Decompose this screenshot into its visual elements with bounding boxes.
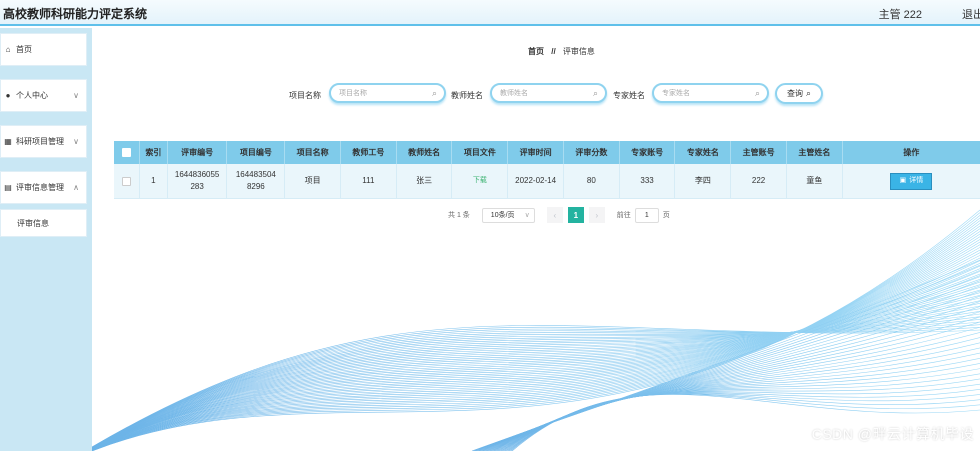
- logout-link[interactable]: 退出: [962, 6, 980, 22]
- project-name-placeholder: 项目名称: [339, 90, 367, 97]
- expert-name-placeholder: 专家姓名: [662, 90, 690, 97]
- cell-teacher-name: 张三: [397, 164, 453, 198]
- column-header: 评审分数: [564, 141, 620, 164]
- cell-review-time: 2022-02-14: [508, 164, 564, 198]
- column-header: 操作: [903, 148, 920, 157]
- row-select-cell[interactable]: [114, 164, 140, 198]
- watermark: CSDN @畔云计算机毕设: [811, 426, 974, 442]
- teacher-name-input[interactable]: 教师姓名 ⌕: [490, 83, 607, 103]
- cell-project-no: 164483504 8296: [227, 164, 286, 198]
- cell-manager-name: 童鱼: [787, 164, 843, 198]
- sidebar-item-label: 科研项目管理: [16, 137, 64, 146]
- table-row: 1 1644836055 283 164483504 8296 项目 111 张…: [114, 164, 980, 199]
- expert-name-label: 专家姓名: [613, 91, 645, 100]
- breadcrumb: 首页 // 评审信息: [528, 46, 595, 57]
- search-icon: ⌕: [592, 88, 598, 98]
- project-name-input[interactable]: 项目名称 ⌕: [329, 83, 446, 103]
- teacher-name-label: 教师姓名: [451, 91, 483, 100]
- chart-icon: ▤: [4, 183, 12, 192]
- detail-button-label: 详情: [909, 177, 924, 184]
- table-header: 索引 评审编号 项目编号 项目名称 教师工号 教师姓名 项目文件 评审时间 评审…: [114, 141, 980, 164]
- column-header: 索引: [140, 141, 168, 164]
- search-icon: ⌕: [754, 88, 760, 98]
- cell-expert-name: 李四: [675, 164, 732, 198]
- sidebar-item-label: 首页: [16, 45, 32, 54]
- grid-icon: ▦: [4, 137, 12, 146]
- breadcrumb-home[interactable]: 首页: [528, 47, 544, 56]
- expert-name-input[interactable]: 专家姓名 ⌕: [652, 83, 769, 103]
- sidebar-subitem-review-info[interactable]: 评审信息: [0, 209, 87, 237]
- prev-page-button[interactable]: ‹: [546, 207, 563, 223]
- column-header: 项目编号: [227, 141, 286, 164]
- goto-page-input[interactable]: 1: [634, 207, 659, 223]
- cell-review-no-line2: 283: [190, 182, 204, 191]
- teacher-name-placeholder: 教师姓名: [500, 90, 528, 97]
- cell-actions: ▣ 详情: [843, 164, 980, 198]
- project-name-label: 项目名称: [289, 91, 321, 100]
- select-all-checkbox[interactable]: [121, 148, 131, 157]
- sidebar-item-label: 评审信息管理: [16, 183, 64, 192]
- cell-expert-account: 333: [620, 164, 676, 198]
- sidebar: ⌂ 首页 ● 个人中心 ∨ ▦ 科研项目管理 ∨ ▤ 评审信息管理 ∧ 评审信息: [0, 28, 92, 451]
- column-header: 专家姓名: [675, 141, 732, 164]
- review-table: 索引 评审编号 项目编号 项目名称 教师工号 教师姓名 项目文件 评审时间 评审…: [114, 141, 980, 199]
- select-all-cell[interactable]: [114, 141, 140, 164]
- page-size-value: 10条/页: [490, 212, 515, 219]
- chevron-down-icon: ∨: [524, 212, 530, 219]
- column-header: 项目名称: [285, 141, 341, 164]
- sidebar-subitem-label: 评审信息: [17, 218, 49, 228]
- app-title: 高校教师科研能力评定系统: [3, 7, 148, 21]
- detail-button[interactable]: ▣ 详情: [890, 172, 933, 190]
- cell-index: 1: [140, 164, 168, 198]
- cell-score: 80: [564, 164, 620, 198]
- sidebar-item-personal-center[interactable]: ● 个人中心 ∨: [0, 79, 87, 112]
- goto-label: 前往: [616, 212, 631, 219]
- cell-project-no-line1: 164483504: [235, 170, 276, 179]
- page-size-select[interactable]: 10条/页 ∨: [481, 207, 535, 223]
- pagination: 共 1 条 10条/页 ∨ ‹ 1 › 前往 1 页: [448, 207, 670, 223]
- sidebar-item-project-management[interactable]: ▦ 科研项目管理 ∨: [0, 125, 87, 158]
- row-checkbox[interactable]: [121, 176, 131, 186]
- next-page-button[interactable]: ›: [588, 207, 605, 223]
- column-header: 评审编号: [168, 141, 228, 164]
- chevron-down-icon: ∨: [73, 91, 79, 100]
- column-header: 教师姓名: [397, 141, 453, 164]
- sidebar-item-home[interactable]: ⌂ 首页: [0, 33, 87, 66]
- sidebar-item-review-management[interactable]: ▤ 评审信息管理 ∧: [0, 171, 87, 204]
- page-number-button[interactable]: 1: [567, 207, 584, 223]
- breadcrumb-current: 评审信息: [562, 47, 595, 56]
- breadcrumb-separator: //: [551, 47, 556, 56]
- query-button[interactable]: 查询 ⌕: [775, 83, 823, 104]
- document-icon: ▣: [899, 177, 907, 184]
- column-header: 教师工号: [341, 141, 397, 164]
- column-header: 主管姓名: [787, 141, 843, 164]
- user-icon: ●: [5, 91, 11, 100]
- top-header: 高校教师科研能力评定系统 主管 222 退出: [0, 0, 980, 26]
- download-link[interactable]: 下载: [473, 175, 487, 187]
- sidebar-item-label: 个人中心: [16, 91, 48, 100]
- column-header: 主管账号: [731, 141, 787, 164]
- pagination-total: 共 1 条: [448, 212, 470, 219]
- cell-teacher-id: 111: [341, 164, 397, 198]
- cell-file: 下载: [452, 164, 509, 198]
- goto-suffix: 页: [662, 212, 670, 219]
- cell-project-no-line2: 8296: [246, 182, 265, 191]
- cell-project-name: 项目: [285, 164, 341, 198]
- search-icon: ⌕: [805, 88, 812, 98]
- column-header: 项目文件: [452, 141, 509, 164]
- home-icon: ⌂: [5, 45, 11, 54]
- cell-manager-account: 222: [731, 164, 787, 198]
- wave-decoration: [92, 209, 980, 451]
- column-header: 专家账号: [620, 141, 676, 164]
- current-user: 主管 222: [878, 9, 922, 21]
- chevron-up-icon: ∧: [73, 183, 79, 192]
- search-icon: ⌕: [431, 88, 437, 98]
- query-button-label: 查询: [786, 89, 803, 98]
- cell-review-no: 1644836055 283: [168, 164, 228, 198]
- column-header: 评审时间: [508, 141, 564, 164]
- cell-review-no-line1: 1644836055: [174, 170, 220, 179]
- chevron-down-icon: ∨: [73, 137, 79, 146]
